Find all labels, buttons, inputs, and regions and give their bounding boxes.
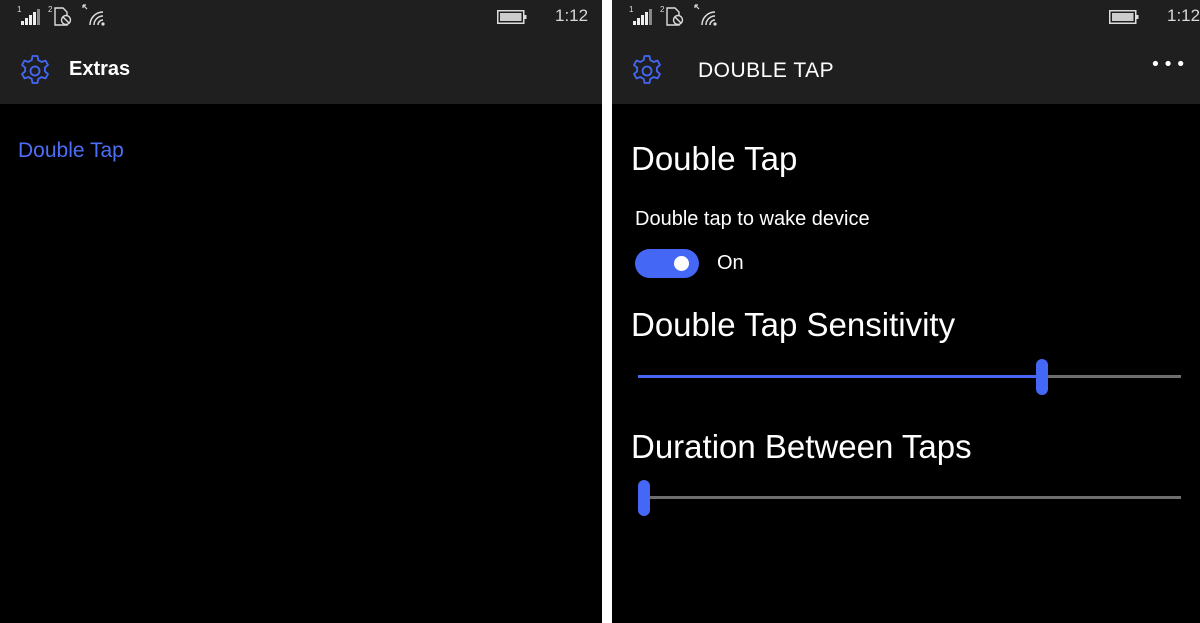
extras-screen: 1 2 1:12 Extras Double Tap [0, 0, 602, 623]
more-options-icon[interactable]: ••• [1150, 54, 1188, 75]
sim1-label: 1 [629, 5, 634, 14]
wake-toggle-label: Double tap to wake device [635, 208, 870, 230]
page-title: DOUBLE TAP [698, 59, 835, 82]
wifi-icon [694, 4, 717, 26]
slider-track [638, 496, 1181, 499]
duration-slider[interactable] [638, 480, 1181, 516]
battery-icon [1109, 10, 1139, 24]
section-heading-double-tap: Double Tap [631, 140, 798, 177]
slider-fill [638, 375, 1042, 378]
sim2-label: 2 [48, 5, 53, 14]
screen-divider [602, 0, 612, 623]
slider-thumb[interactable] [1035, 359, 1048, 395]
double-tap-screen: 1 2 1:12 DOUBLE TAP ••• Double Tap Doubl… [612, 0, 1200, 623]
sim2-no-service-icon: 2 [660, 5, 684, 26]
sim1-label: 1 [17, 5, 22, 14]
double-tap-link[interactable]: Double Tap [18, 139, 124, 163]
slider-thumb[interactable] [638, 480, 650, 516]
signal-bars-icon: 1 [17, 5, 40, 25]
page-title: Extras [69, 58, 131, 80]
app-header: Extras [0, 34, 602, 104]
status-bar: 1 2 1:12 [612, 0, 1200, 34]
sensitivity-heading: Double Tap Sensitivity [631, 306, 956, 343]
sim2-label: 2 [660, 5, 665, 14]
status-bar: 1 2 1:12 [0, 0, 602, 34]
sensitivity-slider[interactable] [638, 359, 1181, 395]
sim2-no-service-icon: 2 [48, 5, 72, 26]
wake-toggle[interactable] [635, 249, 699, 278]
app-header: DOUBLE TAP ••• [612, 34, 1200, 104]
clock: 1:12 [555, 6, 589, 25]
signal-bars-icon: 1 [629, 5, 652, 25]
wake-toggle-state: On [717, 252, 744, 274]
battery-icon [497, 10, 527, 24]
gear-icon [21, 55, 49, 84]
clock: 1:12 [1167, 6, 1200, 25]
wifi-icon [82, 4, 105, 26]
toggle-knob [674, 256, 689, 271]
gear-icon [633, 55, 661, 84]
duration-heading: Duration Between Taps [631, 428, 972, 465]
